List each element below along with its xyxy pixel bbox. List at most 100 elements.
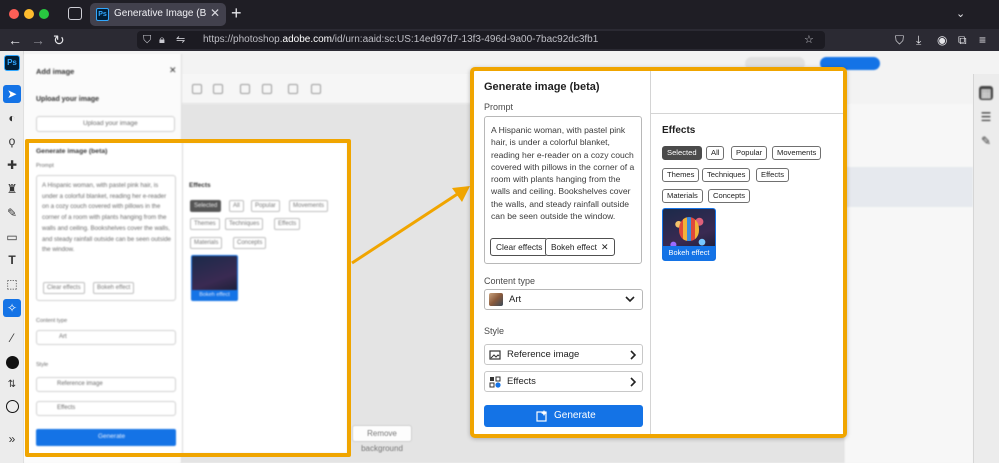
option-icon[interactable] bbox=[240, 84, 250, 94]
lock-icon[interactable]: 🔒︎ bbox=[159, 33, 165, 47]
remove-background-button[interactable]: Remove background bbox=[352, 425, 412, 453]
generate-button[interactable]: Generate bbox=[484, 405, 643, 427]
filter-popular[interactable]: Popular bbox=[731, 146, 768, 160]
option-icon[interactable] bbox=[192, 84, 202, 94]
extensions-icon[interactable]: ⧉ bbox=[958, 33, 967, 47]
browser-tab-bar: Ps Generative Image (Beta) - Adobe ✕ + ⌄ bbox=[0, 0, 999, 29]
pocket-icon[interactable]: ⛉ bbox=[895, 33, 904, 47]
effects-panel: Effects Selected All Popular Movements T… bbox=[651, 114, 843, 434]
upload-title: Upload your image bbox=[36, 96, 100, 103]
chevron-right-icon bbox=[630, 377, 637, 387]
filter-all[interactable]: All bbox=[706, 146, 725, 160]
reference-image-button[interactable]: Reference image bbox=[484, 344, 643, 365]
content-type-select[interactable]: Art bbox=[484, 289, 643, 310]
layers-panel-icon[interactable]: ▦ bbox=[979, 86, 993, 100]
filter-selected[interactable]: Selected bbox=[662, 146, 702, 160]
dialog-right-header bbox=[651, 71, 843, 114]
clone-stamp-icon[interactable]: ♜ bbox=[5, 182, 19, 196]
close-window-button[interactable] bbox=[9, 9, 19, 19]
place-image-icon[interactable]: ⬚ bbox=[5, 277, 19, 291]
forward-icon[interactable]: → bbox=[31, 32, 45, 48]
generate-label: Generate bbox=[554, 410, 596, 421]
balloon-thumbnail bbox=[679, 217, 699, 241]
tabs-overflow-icon[interactable]: ⌄ bbox=[956, 7, 965, 20]
add-image-title: Add image bbox=[36, 67, 75, 76]
option-icon[interactable] bbox=[288, 84, 298, 94]
generate-image-tool-icon[interactable]: ✧ bbox=[3, 299, 21, 317]
eyedropper-tool-icon[interactable]: ⁄ bbox=[5, 331, 19, 345]
minimize-window-button[interactable] bbox=[24, 9, 34, 19]
style-label: Style bbox=[484, 326, 505, 336]
filter-movements[interactable]: Movements bbox=[772, 146, 822, 160]
swap-colors-icon[interactable]: ⇅ bbox=[5, 378, 19, 392]
back-icon[interactable]: ← bbox=[8, 32, 22, 48]
reference-image-label: Reference image bbox=[507, 349, 580, 360]
effects-label: Effects bbox=[507, 376, 536, 387]
rectangle-tool-icon[interactable]: ▭ bbox=[5, 230, 19, 244]
filter-concepts[interactable]: Concepts bbox=[708, 189, 751, 203]
layer-row[interactable] bbox=[845, 167, 973, 207]
bokeh-chip-label: Bokeh effect bbox=[551, 242, 597, 252]
lasso-tool-icon[interactable]: ϙ bbox=[5, 134, 19, 148]
reload-icon[interactable]: ↻ bbox=[53, 32, 65, 48]
generate-icon bbox=[536, 410, 547, 422]
move-tool-icon[interactable]: ➤ bbox=[3, 85, 21, 103]
foreground-color-swatch[interactable] bbox=[6, 356, 19, 369]
generate-image-dialog: Generate image (beta) Prompt A Hispanic … bbox=[470, 67, 847, 438]
menu-icon[interactable]: ≡ bbox=[979, 33, 986, 47]
effects-title: Effects bbox=[662, 125, 696, 136]
quick-select-tool-icon[interactable]: ◐ bbox=[5, 111, 19, 125]
maximize-window-button[interactable] bbox=[39, 9, 49, 19]
shield-icon[interactable]: ⛉ bbox=[143, 33, 151, 47]
brush-tool-icon[interactable]: ✎ bbox=[5, 206, 19, 220]
image-icon bbox=[489, 350, 501, 360]
upload-image-button[interactable]: Upload your image bbox=[36, 116, 175, 132]
dialog-title: Generate image (beta) bbox=[484, 81, 600, 93]
filter-effects[interactable]: Effects bbox=[756, 168, 790, 182]
chevron-right-icon bbox=[630, 350, 637, 360]
content-type-label: Content type bbox=[484, 276, 536, 286]
bokeh-effect-tile[interactable]: Bokeh effect bbox=[662, 208, 716, 261]
filter-techniques[interactable]: Techniques bbox=[702, 168, 751, 182]
background-color-swatch[interactable] bbox=[6, 400, 19, 413]
comments-panel-icon[interactable]: ✎ bbox=[979, 134, 993, 148]
type-tool-icon[interactable]: T bbox=[5, 253, 19, 267]
properties-panel-icon[interactable]: ☰ bbox=[979, 110, 993, 124]
tab-list-icon[interactable] bbox=[68, 7, 82, 20]
prompt-label: Prompt bbox=[484, 102, 514, 112]
prompt-textarea[interactable]: A Hispanic woman, with pastel pink hair,… bbox=[484, 116, 642, 264]
remove-chip-icon[interactable]: ✕ bbox=[601, 242, 609, 252]
option-icon[interactable] bbox=[262, 84, 272, 94]
close-panel-icon[interactable]: ✕ bbox=[169, 65, 177, 76]
url-text: https://photoshop.adobe.com/id/urn:aaid:… bbox=[203, 34, 599, 45]
bokeh-effect-tile-label: Bokeh effect bbox=[663, 246, 715, 260]
bokeh-effect-chip[interactable]: Bokeh effect ✕ bbox=[545, 238, 615, 256]
filter-materials[interactable]: Materials bbox=[662, 189, 703, 203]
tab-title: Generative Image (Beta) - Adobe bbox=[114, 8, 206, 19]
download-icon[interactable]: ⤓ bbox=[916, 33, 921, 47]
url-bar[interactable]: ⛉ 🔒︎ ⇋ https://photoshop.adobe.com/id/ur… bbox=[137, 31, 825, 49]
browser-nav-bar: ← → ↻ ⛉ 🔒︎ ⇋ https://photoshop.adobe.com… bbox=[0, 29, 999, 51]
content-type-value: Art bbox=[509, 294, 522, 305]
healing-brush-icon[interactable]: ✚ bbox=[5, 158, 19, 172]
new-tab-icon[interactable]: + bbox=[231, 3, 242, 23]
layers-panel bbox=[845, 104, 973, 463]
filter-themes[interactable]: Themes bbox=[662, 168, 700, 182]
account-icon[interactable]: ◉ bbox=[937, 33, 947, 47]
browser-tab-active[interactable]: Ps Generative Image (Beta) - Adobe ✕ bbox=[90, 3, 226, 26]
prompt-text[interactable]: A Hispanic woman, with pastel pink hair,… bbox=[491, 124, 639, 222]
photoshop-favicon-icon: Ps bbox=[96, 8, 109, 21]
right-panel-bar bbox=[973, 74, 999, 463]
effects-button[interactable]: Effects bbox=[484, 371, 643, 392]
tab-close-icon[interactable]: ✕ bbox=[210, 6, 220, 20]
more-tools-icon[interactable]: » bbox=[5, 432, 19, 446]
permissions-icon[interactable]: ⇋ bbox=[176, 33, 185, 47]
option-icon[interactable] bbox=[213, 84, 223, 94]
clear-effects-button[interactable]: Clear effects bbox=[490, 238, 549, 256]
option-icon[interactable] bbox=[311, 84, 321, 94]
photoshop-logo: Ps bbox=[4, 55, 20, 71]
highlight-frame-original bbox=[25, 139, 351, 457]
bookmark-star-icon[interactable]: ☆ bbox=[804, 33, 814, 47]
effects-icon bbox=[489, 376, 501, 388]
chevron-down-icon bbox=[625, 296, 635, 303]
